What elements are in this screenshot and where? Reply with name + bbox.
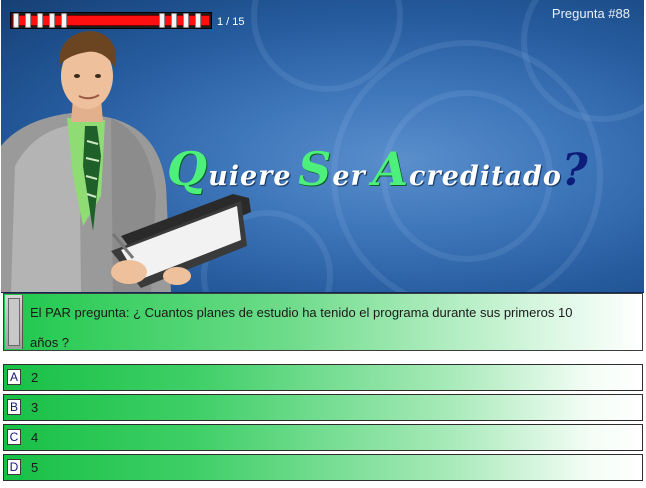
game-title: Quiere Ser Acreditado?	[167, 142, 644, 202]
game-screen: Pregunta #88 Quiere Ser Acreditado? 1 / …	[0, 0, 646, 488]
answer-letter: A	[7, 369, 21, 385]
progress-tick	[171, 13, 177, 28]
question-text: El PAR pregunta: ¿ Cuantos planes de est…	[30, 305, 573, 350]
progress-tick	[61, 13, 67, 28]
answer-letter: D	[7, 459, 21, 475]
scroll-handle-icon[interactable]	[5, 295, 23, 349]
answer-option-b[interactable]: B 3	[3, 394, 643, 421]
title-word-creditado: creditado	[409, 161, 562, 192]
progress-tick	[13, 13, 19, 28]
answer-value: 4	[31, 430, 39, 445]
progress-bar	[10, 12, 212, 29]
title-question-mark: ?	[561, 145, 589, 196]
progress-tick	[37, 13, 43, 28]
answer-option-c[interactable]: C 4	[3, 424, 643, 451]
title-word-er: er	[332, 161, 366, 192]
question-box: El PAR pregunta: ¿ Cuantos planes de est…	[3, 293, 643, 351]
answer-letter: C	[7, 429, 21, 445]
answer-option-d[interactable]: D 5	[3, 454, 643, 481]
title-word-uiere: uiere	[208, 161, 292, 192]
answer-option-a[interactable]: A 2	[3, 364, 643, 391]
progress-count: 1 / 15	[217, 16, 245, 28]
progress-tick	[49, 13, 55, 28]
progress-tick	[183, 13, 189, 28]
answer-value: 3	[31, 400, 39, 415]
progress-tick	[25, 13, 31, 28]
progress-tick	[195, 13, 201, 28]
question-number-label: Pregunta #88	[551, 6, 630, 21]
progress-tick	[159, 13, 165, 28]
answer-value: 2	[31, 370, 39, 385]
banner: Pregunta #88 Quiere Ser Acreditado?	[1, 0, 644, 293]
title-initial-a: A	[372, 142, 410, 196]
title-initial-s: S	[298, 142, 333, 196]
answer-letter: B	[7, 399, 21, 415]
title-initial-q: Q	[167, 142, 209, 196]
answer-value: 5	[31, 460, 39, 475]
